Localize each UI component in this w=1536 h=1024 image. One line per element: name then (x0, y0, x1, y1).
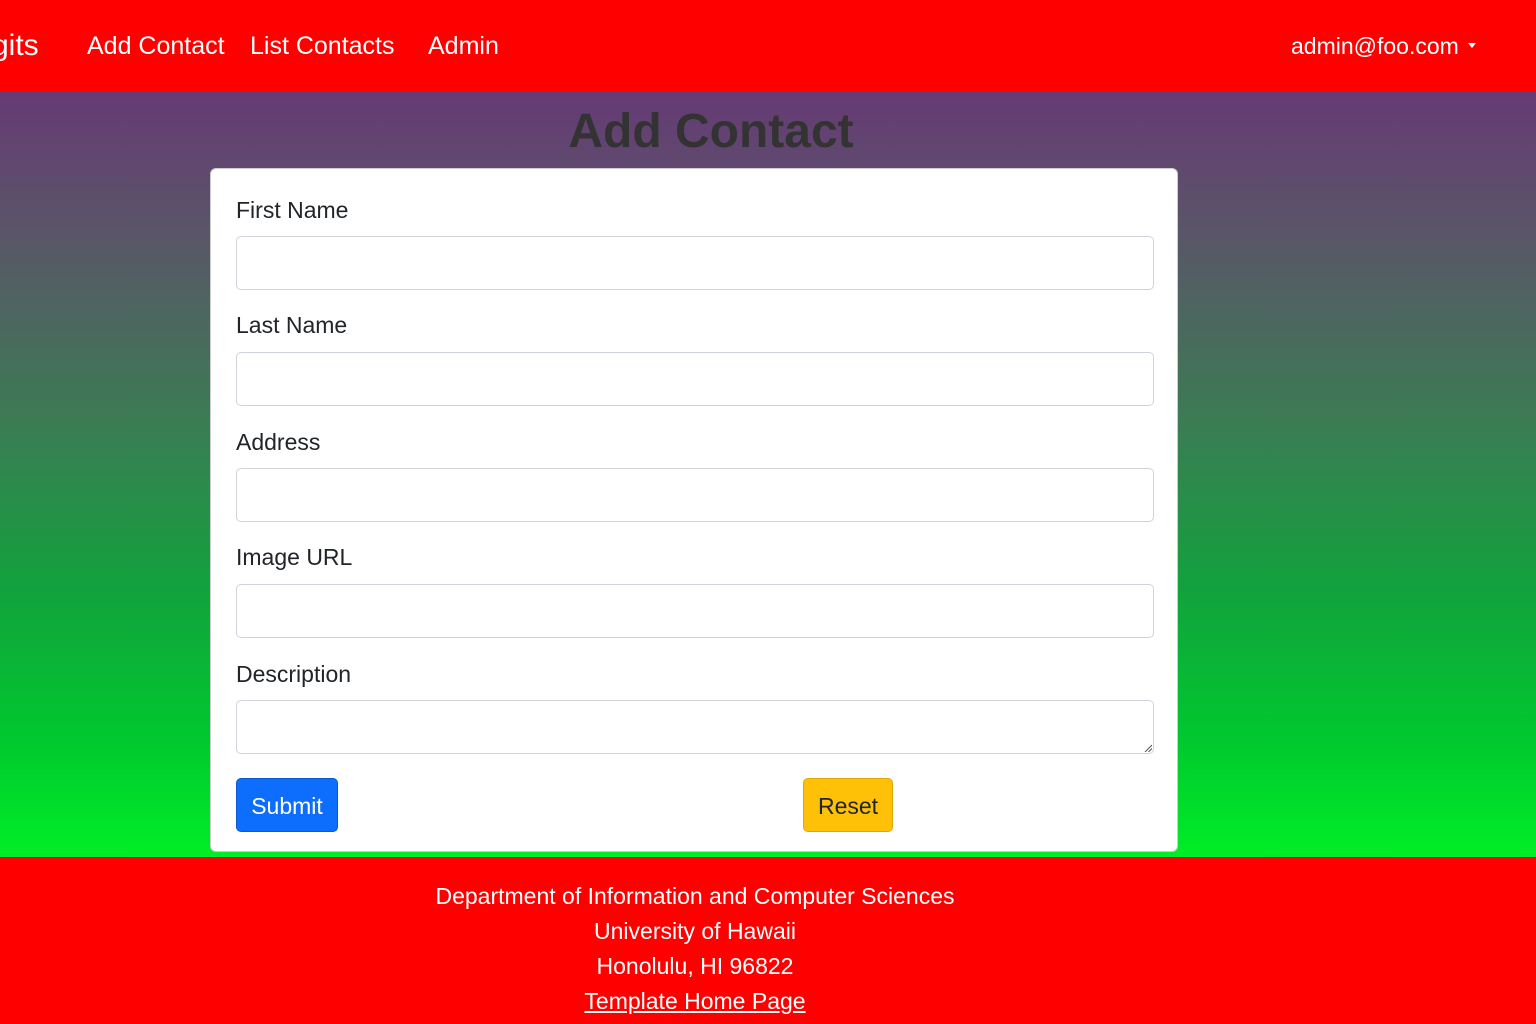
top-navbar: gits Add Contact List Contacts Admin adm… (0, 0, 1536, 92)
footer-university: University of Hawaii (594, 918, 796, 944)
first-name-input[interactable] (236, 236, 1154, 290)
last-name-label: Last Name (236, 312, 348, 338)
resize-handle-icon[interactable] (1144, 744, 1152, 752)
image-url-input[interactable] (236, 584, 1154, 638)
main-content: Add Contact First Name Last Name Address… (0, 92, 1536, 857)
reset-button[interactable]: Reset (803, 778, 893, 832)
nav-link-list-contacts[interactable]: List Contacts (250, 28, 395, 64)
page-footer: Department of Information and Computer S… (0, 857, 1536, 1024)
page-title: Add Contact (568, 105, 854, 158)
brand-logo-text[interactable]: gits (0, 26, 39, 66)
nav-link-add-contact[interactable]: Add Contact (87, 28, 225, 64)
add-contact-form: First Name Last Name Address Image URL D… (210, 168, 1178, 852)
description-label: Description (236, 661, 352, 687)
chevron-down-icon (1467, 43, 1476, 49)
user-email: admin@foo.com (1291, 33, 1459, 59)
last-name-input[interactable] (236, 352, 1154, 406)
footer-department: Department of Information and Computer S… (435, 883, 955, 909)
user-dropdown[interactable]: admin@foo.com (1291, 29, 1476, 63)
footer-address: Honolulu, HI 96822 (596, 953, 794, 979)
image-url-label: Image URL (236, 544, 353, 570)
footer-template-home-link[interactable]: Template Home Page (0, 985, 1390, 1017)
submit-button[interactable]: Submit (236, 778, 338, 832)
address-input[interactable] (236, 468, 1154, 522)
first-name-label: First Name (236, 197, 349, 223)
nav-link-admin[interactable]: Admin (428, 28, 499, 64)
address-label: Address (236, 429, 321, 455)
description-textarea[interactable] (236, 700, 1154, 754)
